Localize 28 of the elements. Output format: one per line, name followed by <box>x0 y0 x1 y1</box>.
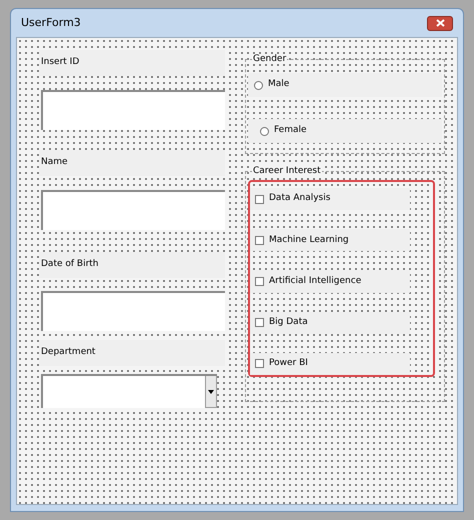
field-label: Date of Birth <box>39 252 225 278</box>
checkbox-label: Data Analysis <box>269 192 330 206</box>
window-title: UserForm3 <box>21 14 81 31</box>
text-field[interactable] <box>41 291 225 331</box>
caret-icon <box>208 390 214 394</box>
frame-caption: Career Interest <box>252 166 322 176</box>
checkbox-label: Machine Learning <box>269 234 349 247</box>
radio-button[interactable] <box>260 126 269 136</box>
checkbox[interactable] <box>255 194 264 204</box>
radio-button[interactable] <box>254 80 263 90</box>
checkbox[interactable] <box>255 318 264 328</box>
checkbox[interactable] <box>255 236 264 245</box>
text-field[interactable] <box>41 190 225 230</box>
frame-caption: Gender <box>252 54 288 64</box>
text-field[interactable] <box>41 90 225 130</box>
field-label: Name <box>39 150 225 176</box>
checkbox-label: Artificial Intelligence <box>269 274 362 288</box>
checkbox-label: Big Data <box>269 316 308 329</box>
close-button[interactable] <box>427 16 453 30</box>
field-label: Department <box>39 340 225 366</box>
field-label: Insert ID <box>39 50 225 76</box>
checkbox-label: Power BI <box>269 357 308 370</box>
close-icon <box>436 19 444 27</box>
radio-label: Male <box>268 78 290 92</box>
radio-label: Female <box>274 124 307 138</box>
dropdown-button[interactable] <box>205 376 217 408</box>
checkbox[interactable] <box>255 277 264 286</box>
checkbox[interactable] <box>255 359 264 368</box>
